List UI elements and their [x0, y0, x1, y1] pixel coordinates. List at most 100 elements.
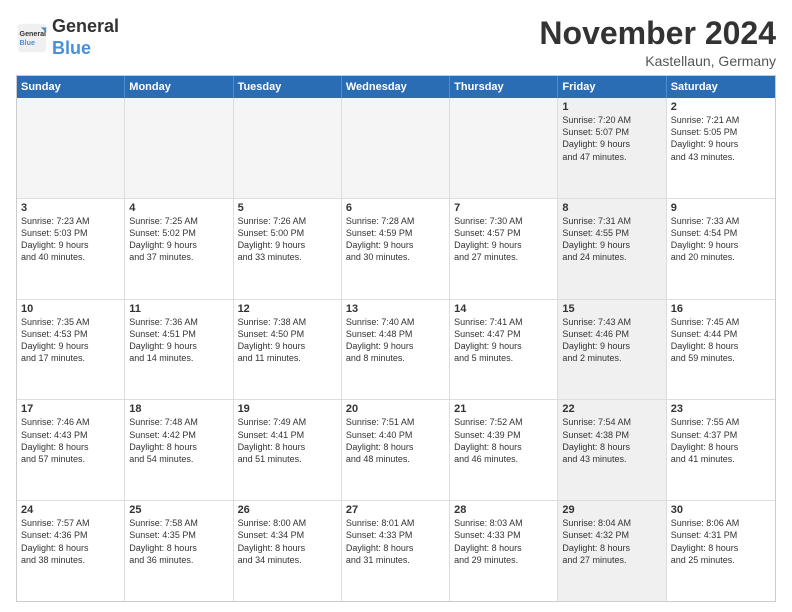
cal-cell-r1-c2: 5Sunrise: 7:26 AM Sunset: 5:00 PM Daylig… [234, 199, 342, 299]
calendar-row-2: 3Sunrise: 7:23 AM Sunset: 5:03 PM Daylig… [17, 199, 775, 300]
month-title: November 2024 [539, 16, 776, 51]
cal-cell-r1-c0: 3Sunrise: 7:23 AM Sunset: 5:03 PM Daylig… [17, 199, 125, 299]
day-info: Sunrise: 7:40 AM Sunset: 4:48 PM Dayligh… [346, 316, 445, 365]
calendar-row-4: 17Sunrise: 7:46 AM Sunset: 4:43 PM Dayli… [17, 400, 775, 501]
cal-cell-r2-c4: 14Sunrise: 7:41 AM Sunset: 4:47 PM Dayli… [450, 300, 558, 400]
cal-cell-r4-c6: 30Sunrise: 8:06 AM Sunset: 4:31 PM Dayli… [667, 501, 775, 601]
day-info: Sunrise: 7:52 AM Sunset: 4:39 PM Dayligh… [454, 416, 553, 465]
day-info: Sunrise: 7:33 AM Sunset: 4:54 PM Dayligh… [671, 215, 771, 264]
page: General Blue General Blue November 2024 … [0, 0, 792, 612]
cal-cell-r2-c2: 12Sunrise: 7:38 AM Sunset: 4:50 PM Dayli… [234, 300, 342, 400]
day-number: 1 [562, 101, 661, 113]
day-number: 18 [129, 403, 228, 415]
header-friday: Friday [558, 76, 666, 98]
cal-cell-r4-c2: 26Sunrise: 8:00 AM Sunset: 4:34 PM Dayli… [234, 501, 342, 601]
cal-cell-r1-c4: 7Sunrise: 7:30 AM Sunset: 4:57 PM Daylig… [450, 199, 558, 299]
day-info: Sunrise: 8:06 AM Sunset: 4:31 PM Dayligh… [671, 517, 771, 566]
day-number: 5 [238, 202, 337, 214]
svg-text:Blue: Blue [20, 39, 35, 47]
calendar-row-3: 10Sunrise: 7:35 AM Sunset: 4:53 PM Dayli… [17, 300, 775, 401]
day-number: 23 [671, 403, 771, 415]
cal-cell-r2-c3: 13Sunrise: 7:40 AM Sunset: 4:48 PM Dayli… [342, 300, 450, 400]
logo-icon: General Blue [16, 22, 48, 54]
header-saturday: Saturday [667, 76, 775, 98]
cal-cell-r3-c6: 23Sunrise: 7:55 AM Sunset: 4:37 PM Dayli… [667, 400, 775, 500]
cal-cell-r0-c4 [450, 98, 558, 198]
location: Kastellaun, Germany [539, 53, 776, 69]
cal-cell-r1-c1: 4Sunrise: 7:25 AM Sunset: 5:02 PM Daylig… [125, 199, 233, 299]
calendar-row-5: 24Sunrise: 7:57 AM Sunset: 4:36 PM Dayli… [17, 501, 775, 601]
calendar-row-1: 1Sunrise: 7:20 AM Sunset: 5:07 PM Daylig… [17, 98, 775, 199]
day-number: 9 [671, 202, 771, 214]
day-info: Sunrise: 8:03 AM Sunset: 4:33 PM Dayligh… [454, 517, 553, 566]
cal-cell-r0-c3 [342, 98, 450, 198]
cal-cell-r4-c4: 28Sunrise: 8:03 AM Sunset: 4:33 PM Dayli… [450, 501, 558, 601]
cal-cell-r1-c5: 8Sunrise: 7:31 AM Sunset: 4:55 PM Daylig… [558, 199, 666, 299]
cal-cell-r0-c5: 1Sunrise: 7:20 AM Sunset: 5:07 PM Daylig… [558, 98, 666, 198]
day-number: 25 [129, 504, 228, 516]
cal-cell-r2-c1: 11Sunrise: 7:36 AM Sunset: 4:51 PM Dayli… [125, 300, 233, 400]
day-info: Sunrise: 7:30 AM Sunset: 4:57 PM Dayligh… [454, 215, 553, 264]
cal-cell-r0-c2 [234, 98, 342, 198]
day-info: Sunrise: 7:48 AM Sunset: 4:42 PM Dayligh… [129, 416, 228, 465]
header-monday: Monday [125, 76, 233, 98]
day-number: 27 [346, 504, 445, 516]
day-number: 14 [454, 303, 553, 315]
cal-cell-r3-c4: 21Sunrise: 7:52 AM Sunset: 4:39 PM Dayli… [450, 400, 558, 500]
day-info: Sunrise: 7:58 AM Sunset: 4:35 PM Dayligh… [129, 517, 228, 566]
day-info: Sunrise: 7:57 AM Sunset: 4:36 PM Dayligh… [21, 517, 120, 566]
cal-cell-r3-c5: 22Sunrise: 7:54 AM Sunset: 4:38 PM Dayli… [558, 400, 666, 500]
day-info: Sunrise: 7:41 AM Sunset: 4:47 PM Dayligh… [454, 316, 553, 365]
day-number: 21 [454, 403, 553, 415]
day-number: 15 [562, 303, 661, 315]
header-thursday: Thursday [450, 76, 558, 98]
title-section: November 2024 Kastellaun, Germany [539, 16, 776, 69]
day-info: Sunrise: 7:46 AM Sunset: 4:43 PM Dayligh… [21, 416, 120, 465]
day-info: Sunrise: 7:43 AM Sunset: 4:46 PM Dayligh… [562, 316, 661, 365]
day-info: Sunrise: 7:23 AM Sunset: 5:03 PM Dayligh… [21, 215, 120, 264]
cal-cell-r0-c6: 2Sunrise: 7:21 AM Sunset: 5:05 PM Daylig… [667, 98, 775, 198]
day-number: 8 [562, 202, 661, 214]
cal-cell-r4-c0: 24Sunrise: 7:57 AM Sunset: 4:36 PM Dayli… [17, 501, 125, 601]
logo: General Blue General Blue [16, 16, 119, 59]
day-number: 11 [129, 303, 228, 315]
header-sunday: Sunday [17, 76, 125, 98]
logo-text: General Blue [52, 16, 119, 59]
day-info: Sunrise: 7:54 AM Sunset: 4:38 PM Dayligh… [562, 416, 661, 465]
day-number: 30 [671, 504, 771, 516]
calendar: Sunday Monday Tuesday Wednesday Thursday… [16, 75, 776, 602]
cal-cell-r3-c3: 20Sunrise: 7:51 AM Sunset: 4:40 PM Dayli… [342, 400, 450, 500]
day-info: Sunrise: 7:20 AM Sunset: 5:07 PM Dayligh… [562, 114, 661, 163]
header-wednesday: Wednesday [342, 76, 450, 98]
svg-text:General: General [20, 30, 47, 38]
cal-cell-r1-c6: 9Sunrise: 7:33 AM Sunset: 4:54 PM Daylig… [667, 199, 775, 299]
cal-cell-r4-c5: 29Sunrise: 8:04 AM Sunset: 4:32 PM Dayli… [558, 501, 666, 601]
header: General Blue General Blue November 2024 … [16, 16, 776, 69]
day-number: 7 [454, 202, 553, 214]
day-number: 26 [238, 504, 337, 516]
day-number: 16 [671, 303, 771, 315]
day-info: Sunrise: 7:51 AM Sunset: 4:40 PM Dayligh… [346, 416, 445, 465]
cal-cell-r3-c1: 18Sunrise: 7:48 AM Sunset: 4:42 PM Dayli… [125, 400, 233, 500]
day-info: Sunrise: 7:25 AM Sunset: 5:02 PM Dayligh… [129, 215, 228, 264]
day-number: 22 [562, 403, 661, 415]
header-tuesday: Tuesday [234, 76, 342, 98]
cal-cell-r4-c1: 25Sunrise: 7:58 AM Sunset: 4:35 PM Dayli… [125, 501, 233, 601]
cal-cell-r0-c1 [125, 98, 233, 198]
day-info: Sunrise: 7:28 AM Sunset: 4:59 PM Dayligh… [346, 215, 445, 264]
day-info: Sunrise: 7:26 AM Sunset: 5:00 PM Dayligh… [238, 215, 337, 264]
day-number: 24 [21, 504, 120, 516]
day-info: Sunrise: 7:38 AM Sunset: 4:50 PM Dayligh… [238, 316, 337, 365]
cal-cell-r3-c0: 17Sunrise: 7:46 AM Sunset: 4:43 PM Dayli… [17, 400, 125, 500]
day-info: Sunrise: 7:36 AM Sunset: 4:51 PM Dayligh… [129, 316, 228, 365]
day-info: Sunrise: 8:01 AM Sunset: 4:33 PM Dayligh… [346, 517, 445, 566]
day-info: Sunrise: 7:35 AM Sunset: 4:53 PM Dayligh… [21, 316, 120, 365]
day-info: Sunrise: 7:49 AM Sunset: 4:41 PM Dayligh… [238, 416, 337, 465]
cal-cell-r1-c3: 6Sunrise: 7:28 AM Sunset: 4:59 PM Daylig… [342, 199, 450, 299]
cal-cell-r0-c0 [17, 98, 125, 198]
calendar-body: 1Sunrise: 7:20 AM Sunset: 5:07 PM Daylig… [17, 98, 775, 601]
day-number: 20 [346, 403, 445, 415]
day-number: 10 [21, 303, 120, 315]
day-number: 29 [562, 504, 661, 516]
day-number: 3 [21, 202, 120, 214]
